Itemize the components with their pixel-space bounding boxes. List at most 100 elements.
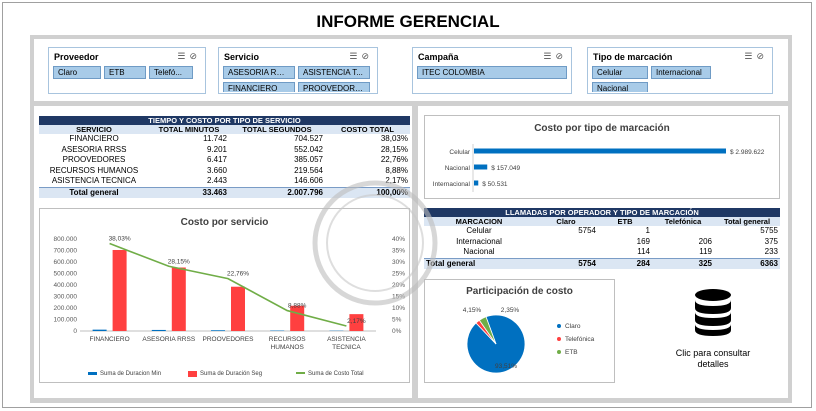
column-header[interactable]: SERVICIO — [39, 125, 149, 134]
y2-tick-label: 5% — [392, 317, 402, 324]
slicer-item-asesoria[interactable]: ASESORIA RRS... — [223, 66, 295, 79]
costo-servicio-chart-panel[interactable]: Costo por servicio 0 100.000 200.000 300.00… — [39, 208, 410, 383]
legend-label: Suma de Costo Total — [308, 371, 364, 377]
bar-costo-marcacion — [474, 164, 488, 170]
cell-marcacion: Celular — [466, 226, 492, 235]
cell-service: ASISTENCIA TECNICA — [51, 176, 137, 185]
slicer-item-itec-colombia[interactable]: ITEC COLOMBIA — [417, 66, 567, 79]
cell-seconds: 552.042 — [294, 144, 323, 154]
bar-duracion-seg — [112, 249, 127, 331]
bar-duracion-seg — [171, 267, 186, 331]
y2-tick-label: 35% — [392, 248, 405, 255]
cell-seconds: 704.527 — [294, 134, 323, 143]
table-total-row: Total general 5754 284 325 6363 — [424, 257, 780, 269]
cell-total-claro: 5754 — [534, 257, 598, 269]
y2-tick-label: 10% — [392, 305, 405, 312]
cell-telefonica: 119 — [699, 247, 712, 256]
costo-servicio-chart: 0 100.000 200.000 300.000 400.000 500.000 600.… — [54, 236, 405, 377]
details-button[interactable]: Clic para consultar detalles — [660, 282, 766, 378]
cell-claro: 5754 — [578, 226, 596, 235]
cell-total-general: 6363 — [714, 257, 780, 269]
bar-duracion-min — [92, 329, 107, 331]
cell-cost: 28,15% — [380, 144, 408, 154]
cell-total-telefonica: 325 — [652, 257, 714, 269]
slicer-item-etb[interactable]: ETB — [104, 66, 146, 79]
slicer-item-telefonica[interactable]: Telefó... — [149, 66, 193, 79]
slicer-title: Campaña — [418, 52, 459, 62]
table-row: FINANCIERO 11.742 704.527 38,03% — [39, 134, 410, 145]
report-title: INFORME GERENCIAL — [316, 12, 500, 31]
slicer-item-proveedores[interactable]: PROOVEDORES — [298, 82, 370, 92]
data-label: 38,03% — [109, 236, 131, 243]
slicer-item-celular[interactable]: Celular — [592, 66, 648, 79]
cell-minutes: 11.742 — [203, 134, 227, 143]
calls-table-title: LLAMADAS POR OPERADOR Y TIPO DE MARCACIÓ… — [424, 208, 780, 217]
y-tick-label: Nacional — [445, 165, 471, 172]
cell-minutes: 9.201 — [206, 144, 227, 154]
slicer-servicio: Servicio ☰⊘ ASESORIA RRS... ASISTENCIA T… — [218, 47, 378, 94]
clear-filter-icon[interactable]: ⊘ — [555, 51, 567, 61]
cell-etb: 169 — [636, 236, 650, 246]
column-header: TOTAL SEGUNDOS — [229, 125, 325, 134]
chart-title: Costo por tipo de marcación — [534, 123, 670, 134]
calls-table-container: LLAMADAS POR OPERADOR Y TIPO DE MARCACIÓ… — [424, 208, 780, 272]
x-tick-label: TECNICA — [332, 344, 361, 351]
chart-title: Participación de costo — [466, 286, 573, 297]
clear-filter-icon[interactable]: ⊘ — [361, 51, 373, 61]
slicer-item-claro[interactable]: Claro — [53, 66, 101, 79]
slicer-item-nacional[interactable]: Nacional — [592, 82, 648, 92]
legend-label: Claro — [565, 323, 581, 330]
cell-service: ASESORIA RRSS — [61, 144, 127, 154]
multi-select-icon[interactable]: ☰ — [177, 51, 189, 61]
multi-select-icon[interactable]: ☰ — [349, 51, 361, 61]
table-row: Internacional 169 206 375 — [424, 237, 780, 248]
cell-seconds: 146.606 — [294, 176, 323, 185]
slicer-item-financiero[interactable]: FINANCIERO — [223, 82, 295, 92]
slicer-item-internacional[interactable]: Internacional — [651, 66, 711, 79]
multi-select-icon[interactable]: ☰ — [744, 51, 756, 61]
x-tick-label: FINANCIERO — [90, 336, 130, 343]
participacion-chart-panel[interactable]: Participación de costo 93,51% 2,35% 4,15% C… — [424, 279, 615, 383]
table-row: Nacional 114 119 233 — [424, 247, 780, 258]
cell-telefonica — [652, 226, 714, 237]
y-tick-label: 200.000 — [54, 305, 78, 312]
legend-label: Telefónica — [565, 336, 595, 343]
cell-total-cost: 100,00% — [325, 186, 410, 198]
column-header[interactable]: MARCACION — [424, 217, 534, 226]
data-label: 28,15% — [168, 258, 190, 265]
cell-total-seconds: 2.007.796 — [229, 186, 325, 198]
cell-total: 5755 — [760, 226, 778, 235]
y2-tick-label: 30% — [392, 259, 405, 266]
cell-etb: 114 — [637, 247, 650, 256]
slicer-item-asistencia[interactable]: ASISTENCIA T... — [298, 66, 370, 79]
bar-duracion-seg — [231, 286, 245, 331]
cell-seconds: 385.057 — [294, 155, 323, 164]
clear-filter-icon[interactable]: ⊘ — [189, 51, 201, 61]
data-label: $ 157.049 — [491, 165, 520, 172]
legend-swatch — [188, 371, 197, 377]
cell-total-label: Total general — [39, 186, 149, 198]
cell-cost: 38,03% — [380, 134, 408, 143]
cell-total-label: Total general — [424, 257, 534, 269]
column-header[interactable]: Claro — [534, 217, 598, 226]
y-tick-label: 300.000 — [54, 294, 78, 301]
bar-duracion-min — [151, 329, 166, 331]
service-table-title: TIEMPO Y COSTO POR TIPO DE SERVICIO — [39, 116, 410, 125]
data-label: 4,15% — [463, 307, 482, 314]
column-header: TOTAL MINUTOS — [149, 125, 229, 134]
x-tick-label: ASISTENCIA — [327, 336, 366, 343]
cell-total: 375 — [764, 236, 778, 246]
y2-tick-label: 0% — [392, 328, 402, 335]
multi-select-icon[interactable]: ☰ — [543, 51, 555, 61]
table-row: ASISTENCIA TECNICA 2.443 146.606 2,17% — [39, 176, 410, 187]
y-tick-label: 500.000 — [54, 271, 78, 278]
x-tick-label: PROOVEDORES — [203, 336, 255, 343]
y2-tick-label: 40% — [392, 236, 405, 243]
data-label: 8,88% — [288, 303, 307, 310]
costo-marcacion-chart-panel[interactable]: Costo por tipo de marcación Celular $ 2.9… — [424, 115, 780, 199]
column-header: ETB — [598, 217, 652, 226]
clear-filter-icon[interactable]: ⊘ — [756, 51, 768, 61]
cell-etb: 1 — [645, 226, 650, 235]
data-label: 2,17% — [347, 318, 366, 325]
slicer-title: Servicio — [224, 52, 260, 62]
